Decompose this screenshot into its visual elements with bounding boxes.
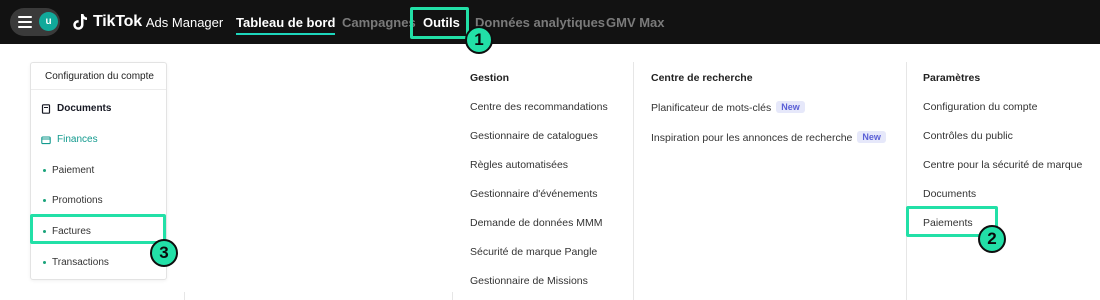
nav-tableau-de-bord[interactable]: Tableau de bord [236, 15, 336, 35]
recherche-item-planificateur[interactable]: Planificateur de mots-clés New [651, 101, 805, 114]
parametres-item[interactable]: Documents [923, 188, 976, 200]
column-divider [452, 292, 453, 300]
gestion-item[interactable]: Gestionnaire de catalogues [470, 130, 598, 142]
gestion-item[interactable]: Règles automatisées [470, 159, 568, 171]
left-item-finances[interactable]: Finances [41, 134, 98, 145]
gestion-item[interactable]: Gestionnaire de Missions [470, 275, 588, 287]
document-icon [41, 103, 51, 114]
gestion-item[interactable]: Sécurité de marque Pangle [470, 246, 597, 258]
nav-campagnes[interactable]: Campagnes [342, 15, 416, 30]
new-badge: New [776, 101, 805, 113]
left-sub-promotions[interactable]: Promotions [43, 195, 103, 206]
parametres-heading: Paramètres [923, 72, 981, 84]
avatar[interactable]: u [39, 12, 58, 31]
recherche-item-label: Inspiration pour les annonces de recherc… [651, 132, 853, 144]
menu-icon[interactable] [18, 16, 32, 28]
divider [31, 89, 166, 90]
column-divider [633, 62, 634, 300]
recherche-heading: Centre de recherche [651, 72, 753, 84]
panel-heading: Configuration du compte [45, 71, 154, 82]
recherche-item-inspiration[interactable]: Inspiration pour les annonces de recherc… [651, 131, 886, 144]
bullet-dot [43, 261, 46, 264]
column-divider [184, 292, 185, 300]
step-badge-2: 2 [978, 225, 1006, 253]
account-config-panel: Configuration du compte Documents Financ… [30, 62, 167, 280]
step-badge-3: 3 [150, 239, 178, 267]
top-bar: u TikTok Ads Manager Tableau de bord Cam… [0, 0, 1100, 44]
bullet-dot [43, 169, 46, 172]
left-item-documents-label: Documents [57, 103, 112, 114]
gestion-item[interactable]: Centre des recommandations [470, 101, 608, 113]
column-divider [906, 62, 907, 300]
bullet-dot [43, 230, 46, 233]
nav-outils[interactable]: Outils [423, 15, 460, 30]
gestion-item[interactable]: Demande de données MMM [470, 217, 603, 229]
nav-gmv-max[interactable]: GMV Max [606, 15, 665, 30]
tiktok-logo-icon [73, 14, 87, 30]
left-sub-factures[interactable]: Factures [43, 226, 91, 237]
left-sub-promotions-label: Promotions [52, 195, 103, 206]
left-sub-transactions[interactable]: Transactions [43, 257, 109, 268]
left-sub-paiement-label: Paiement [52, 165, 95, 176]
brand-name: TikTok [93, 13, 142, 30]
nav-donnees-analytiques[interactable]: Données analytiques [475, 15, 605, 30]
left-item-finances-label: Finances [57, 134, 98, 145]
account-switcher[interactable]: u [10, 8, 60, 36]
recherche-item-label: Planificateur de mots-clés [651, 102, 772, 114]
left-item-documents[interactable]: Documents [41, 103, 111, 114]
brand-subtitle: Ads Manager [145, 14, 224, 30]
gestion-item[interactable]: Gestionnaire d'événements [470, 188, 598, 200]
new-badge: New [857, 131, 886, 143]
gestion-heading: Gestion [470, 72, 510, 84]
left-sub-paiement[interactable]: Paiement [43, 165, 94, 176]
parametres-item[interactable]: Configuration du compte [923, 101, 1037, 113]
parametres-item[interactable]: Contrôles du public [923, 130, 1013, 142]
parametres-item-paiements[interactable]: Paiements [923, 217, 973, 229]
parametres-item[interactable]: Centre pour la sécurité de marque [923, 159, 1082, 171]
left-sub-factures-label: Factures [52, 226, 91, 237]
left-sub-transactions-label: Transactions [52, 257, 109, 268]
tiktok-ads-manager-logo[interactable]: TikTok Ads Manager [72, 12, 223, 32]
wallet-icon [41, 135, 51, 144]
bullet-dot [43, 199, 46, 202]
step-badge-1: 1 [465, 26, 493, 54]
